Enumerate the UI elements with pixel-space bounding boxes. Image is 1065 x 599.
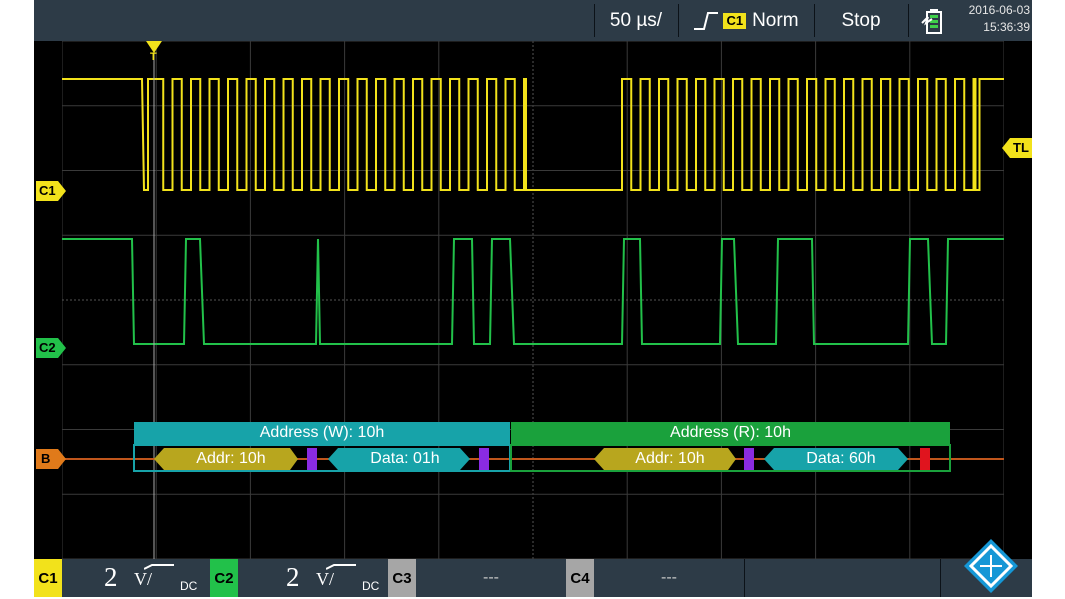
bus-marker[interactable]: B	[36, 449, 66, 469]
frame2-header-label: Address (R): 10h	[670, 424, 791, 441]
frame2-addr-label: Addr: 10h	[635, 450, 705, 467]
ch1-tag[interactable]: C1	[34, 559, 62, 597]
run-stop-button[interactable]: Stop	[814, 0, 908, 41]
trigger-position-marker[interactable]: T	[146, 40, 162, 66]
ch2-tag[interactable]: C2	[210, 559, 238, 597]
frame2-nack	[920, 448, 930, 470]
trigger-mode: Norm	[752, 9, 799, 31]
frame1-ack	[307, 448, 317, 470]
frame2-data-label: Data: 60h	[806, 450, 876, 467]
ch1-scale: 2	[104, 562, 118, 592]
frame1-header-label: Address (W): 10h	[259, 424, 385, 441]
probe-icon	[144, 564, 174, 570]
trigger-level-marker[interactable]: TL	[1002, 138, 1032, 158]
top-toolbar: 50 µs/ C1 Norm Stop 2016-06-03 15:36:39	[34, 0, 1032, 41]
trigger-source-badge: C1	[723, 12, 747, 29]
channel-bar: C1 2 V/ DC C2 2 V/ DC C3 --- C4 ---	[34, 539, 1032, 597]
rising-edge-icon	[694, 11, 719, 30]
frame2-ack	[744, 448, 754, 470]
ch4-value[interactable]: ---	[594, 559, 744, 597]
battery-charging-icon	[921, 9, 942, 34]
probe-icon	[326, 564, 356, 570]
waveform-display	[62, 41, 1004, 559]
date: 2016-06-03	[968, 3, 1030, 17]
toolbar-separator	[908, 4, 909, 37]
date-time: 2016-06-03 15:36:39	[950, 2, 1030, 36]
bar-separator	[744, 559, 745, 597]
ch2-offset-marker[interactable]: C2	[36, 338, 66, 358]
frame1-addr-label: Addr: 10h	[196, 450, 266, 467]
rohde-schwarz-logo[interactable]	[962, 537, 1020, 595]
bar-separator	[940, 559, 941, 597]
frame1-nack	[479, 448, 489, 470]
trigger-button[interactable]: C1 Norm	[678, 0, 814, 41]
oscilloscope-screen: 50 µs/ C1 Norm Stop 2016-06-03 15:36:39	[34, 0, 1032, 597]
ch1-offset-marker[interactable]: C1	[36, 181, 66, 201]
timebase-value: 50 µs/	[609, 9, 663, 31]
ch2-scale-button[interactable]: 2 V/ DC	[238, 559, 388, 597]
ch2-scale: 2	[286, 562, 300, 592]
time: 15:36:39	[983, 20, 1030, 34]
timebase-button[interactable]: 50 µs/	[594, 0, 678, 41]
ch3-value[interactable]: ---	[416, 559, 566, 597]
frame1-data-label: Data: 01h	[370, 450, 440, 467]
ch2-coupling: DC	[362, 579, 380, 593]
ch4-tag[interactable]: C4	[566, 559, 594, 597]
run-state: Stop	[841, 9, 881, 31]
ch1-scale-button[interactable]: 2 V/ DC	[62, 559, 210, 597]
ch1-coupling: DC	[180, 579, 198, 593]
ch3-tag[interactable]: C3	[388, 559, 416, 597]
